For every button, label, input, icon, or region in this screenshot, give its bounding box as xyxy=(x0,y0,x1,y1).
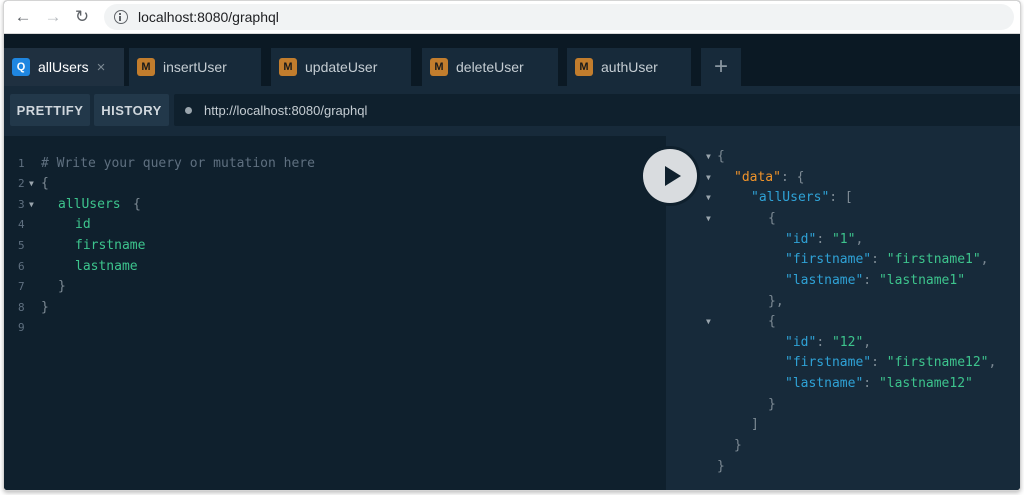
browser-toolbar: ← → ↻ localhost:8080/graphql xyxy=(4,1,1020,34)
line-number: 4 xyxy=(18,218,25,231)
prettify-button[interactable]: PRETTIFY xyxy=(10,94,90,126)
json-brace: { xyxy=(768,314,776,329)
json-firstname-line: "firstname": "firstname1", xyxy=(785,252,989,267)
mutation-badge: M xyxy=(137,58,155,76)
query-badge: Q xyxy=(12,58,30,76)
line-number: 6 xyxy=(18,260,25,273)
browser-window: ← → ↻ localhost:8080/graphql Q allUsers … xyxy=(3,0,1021,491)
endpoint-url: http://localhost:8080/graphql xyxy=(204,102,368,118)
forward-icon[interactable]: → xyxy=(42,6,64,28)
results-pane: ▼ { ▼ "data": { ▼ "allUsers": [ ▼ { "id"… xyxy=(666,136,1020,490)
fold-arrow-icon[interactable]: ▼ xyxy=(29,195,34,215)
play-triangle xyxy=(664,166,681,186)
address-bar[interactable]: localhost:8080/graphql xyxy=(104,4,1014,30)
close-icon[interactable]: × xyxy=(97,59,106,76)
line-number: 5 xyxy=(18,239,25,252)
history-button[interactable]: HISTORY xyxy=(94,94,169,126)
line-number: 3 xyxy=(18,198,25,211)
json-lastname-line: "lastname": "lastname12" xyxy=(785,376,973,391)
json-brace: }, xyxy=(768,294,784,309)
line-number: 7 xyxy=(18,280,25,293)
status-dot-icon xyxy=(185,106,192,114)
execute-query-button[interactable] xyxy=(640,146,700,206)
json-brace: } xyxy=(717,459,725,474)
json-firstname-line: "firstname": "firstname12", xyxy=(785,355,997,370)
mutation-badge: M xyxy=(430,58,448,76)
code-comment: # Write your query or mutation here xyxy=(41,156,315,171)
line-number: 1 xyxy=(18,157,25,170)
json-brace: } xyxy=(768,397,776,412)
address-url[interactable]: localhost:8080/graphql xyxy=(138,9,279,25)
line-number: 8 xyxy=(18,301,25,314)
fold-arrow-icon[interactable]: ▼ xyxy=(706,188,711,208)
code-field: firstname xyxy=(75,238,146,253)
line-number: 9 xyxy=(18,321,25,334)
back-icon[interactable]: ← xyxy=(12,6,34,28)
json-data-line: "data": { xyxy=(734,170,805,185)
mutation-badge: M xyxy=(279,58,297,76)
code-field: id xyxy=(75,217,91,232)
fold-arrow-icon[interactable]: ▼ xyxy=(706,209,711,229)
play-icon xyxy=(643,149,697,203)
tab-allusers[interactable]: Q allUsers × xyxy=(4,48,124,86)
code-brace: { xyxy=(133,197,141,212)
endpoint-input[interactable]: http://localhost:8080/graphql xyxy=(174,94,1020,126)
tab-label: insertUser xyxy=(163,59,227,75)
tab-label: deleteUser xyxy=(456,59,524,75)
tab-label: updateUser xyxy=(305,59,378,75)
json-lastname-line: "lastname": "lastname1" xyxy=(785,273,966,288)
json-bracket: ] xyxy=(751,417,759,432)
json-brace: } xyxy=(734,438,742,453)
tab-label: allUsers xyxy=(38,59,89,75)
json-brace: { xyxy=(768,211,776,226)
fold-arrow-icon[interactable]: ▼ xyxy=(29,174,34,194)
line-number: 2 xyxy=(18,177,25,190)
json-id-line: "id": "1", xyxy=(785,232,864,247)
code-brace: { xyxy=(41,176,49,191)
json-id-line: "id": "12", xyxy=(785,335,872,350)
tab-insertuser[interactable]: M insertUser xyxy=(129,48,261,86)
reload-icon[interactable]: ↻ xyxy=(71,6,93,28)
query-editor[interactable]: 1 2 3 4 5 6 7 8 9 ▼ ▼ # Write your query… xyxy=(4,136,666,490)
code-brace: } xyxy=(58,279,66,294)
json-brace: { xyxy=(717,149,725,164)
tab-bar: Q allUsers × M insertUser M updateUser M… xyxy=(4,34,1020,86)
mutation-badge: M xyxy=(575,58,593,76)
editor-toolbar: PRETTIFY HISTORY http://localhost:8080/g… xyxy=(4,86,1020,136)
json-allusers-line: "allUsers": [ xyxy=(751,190,853,205)
tab-updateuser[interactable]: M updateUser xyxy=(271,48,411,86)
fold-arrow-icon[interactable]: ▼ xyxy=(706,147,711,167)
add-tab-button[interactable]: + xyxy=(701,48,741,86)
fold-arrow-icon[interactable]: ▼ xyxy=(706,312,711,332)
tab-label: authUser xyxy=(601,59,658,75)
code-field: allUsers xyxy=(58,197,121,212)
fold-arrow-icon[interactable]: ▼ xyxy=(706,168,711,188)
tab-deleteuser[interactable]: M deleteUser xyxy=(422,48,558,86)
code-brace: } xyxy=(41,300,49,315)
code-field: lastname xyxy=(75,259,138,274)
info-icon[interactable] xyxy=(114,10,128,24)
tab-authuser[interactable]: M authUser xyxy=(567,48,691,86)
